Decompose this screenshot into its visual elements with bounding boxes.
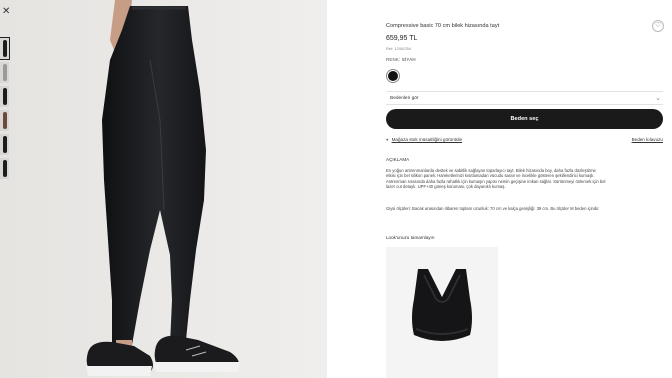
- measurements-text: Giysi ölçüleri: Bacak arasından itibaren…: [386, 206, 600, 211]
- thumbnail-5[interactable]: [0, 134, 9, 155]
- store-stock-link[interactable]: ⌖ Mağaza stok müsaitliğini görüntüle: [386, 137, 462, 142]
- complete-look-heading: Look'unuzu tamamlayın: [386, 235, 435, 240]
- thumbnail-2[interactable]: [0, 62, 9, 83]
- thumbnail-1[interactable]: [0, 37, 10, 60]
- product-photo: [0, 0, 327, 378]
- product-reference: Ref: 1206/254: [386, 46, 412, 51]
- thumbnail-3[interactable]: [0, 86, 9, 107]
- sports-bra-image: [412, 269, 472, 341]
- color-value: SİYAH: [401, 57, 416, 62]
- location-pin-icon: ⌖: [386, 137, 389, 142]
- heart-icon[interactable]: ♡: [652, 20, 664, 32]
- complete-look-card[interactable]: [386, 247, 498, 378]
- close-button[interactable]: ✕: [2, 7, 12, 17]
- thumbnail-6[interactable]: [0, 158, 9, 179]
- thumbnail-4[interactable]: [0, 110, 9, 131]
- description-text: En yoğun antrenmanlarda destek ve sabitl…: [386, 168, 606, 190]
- product-gallery: ✕: [0, 0, 327, 378]
- product-title: Compressive basic 70 cm bilek hizasında …: [386, 23, 500, 29]
- color-label: RENK:: [386, 57, 401, 62]
- color-row: RENK: SİYAH: [386, 57, 416, 62]
- product-price: 659,95 TL: [386, 35, 418, 42]
- size-guide-link[interactable]: Beden kılavuzu: [632, 137, 663, 142]
- store-stock-link-label: Mağaza stok müsaitliğini görüntüle: [391, 137, 463, 142]
- color-swatch-black[interactable]: [388, 71, 398, 81]
- chevron-down-icon: ⌄: [655, 95, 661, 102]
- choose-size-button[interactable]: Beden seç: [386, 109, 663, 129]
- thumbnail-strip: [0, 37, 10, 182]
- size-dropdown-label: Bedenleri gör: [390, 96, 419, 101]
- description-heading: AÇIKLAMA: [386, 157, 410, 162]
- product-info-panel: ♡ Compressive basic 70 cm bilek hizasınd…: [327, 0, 672, 378]
- size-dropdown[interactable]: Bedenleri gör ⌄: [386, 91, 663, 105]
